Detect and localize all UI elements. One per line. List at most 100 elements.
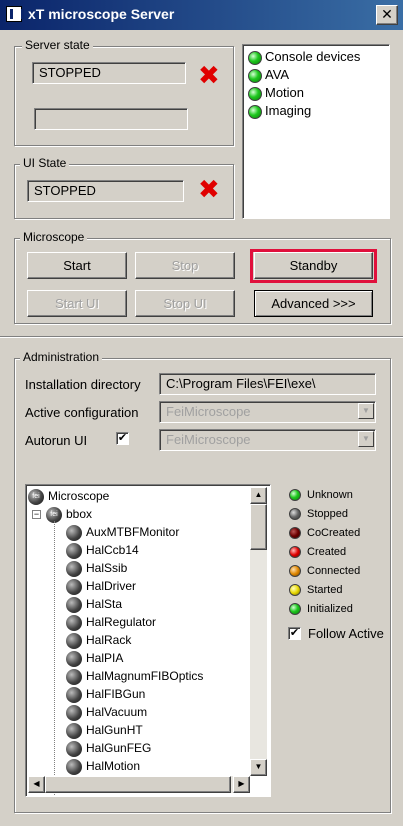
- green-dot-icon: [248, 50, 262, 65]
- node-icon: [66, 542, 82, 559]
- scroll-thumb[interactable]: [250, 504, 267, 550]
- orange-dot-icon: [289, 565, 301, 578]
- tree-item-label: HalSta: [86, 597, 123, 611]
- server-state-legend: Server state: [22, 38, 93, 52]
- tree-item[interactable]: HalRack: [66, 631, 131, 649]
- tree-item-label: HalRegulator: [86, 615, 157, 629]
- tree-bbox[interactable]: fei bbox: [46, 505, 92, 523]
- legend-label: CoCreated: [307, 527, 361, 539]
- tree-item[interactable]: HalVacuum: [66, 703, 147, 721]
- node-icon: [66, 578, 82, 595]
- scroll-down-button[interactable]: ▼: [250, 759, 267, 776]
- status-item-motion: Motion: [248, 85, 304, 101]
- legend-initialized: Initialized: [289, 602, 353, 618]
- separator: [0, 336, 403, 338]
- component-tree[interactable]: fei Microscope − fei bbox AuxMTBFMonitor H…: [25, 484, 271, 797]
- tree-item-label: HalVacuum: [86, 705, 148, 719]
- green-dot-icon: [248, 86, 262, 101]
- status-item-ava: AVA: [248, 67, 289, 83]
- title-bar: xT microscope Server ✕: [0, 0, 403, 30]
- scroll-left-button[interactable]: ◀: [28, 776, 45, 793]
- advanced-button[interactable]: Advanced >>>: [254, 290, 373, 317]
- status-label: Imaging: [265, 103, 312, 118]
- green-dot-icon: [289, 603, 301, 616]
- tree-item[interactable]: HalDriver: [66, 577, 136, 595]
- standby-button[interactable]: Standby: [254, 252, 373, 279]
- chevron-down-icon[interactable]: ▼: [358, 403, 374, 419]
- status-label: Motion: [265, 85, 305, 100]
- status-item-console-devices: Console devices: [248, 49, 360, 65]
- tree-item-label: HalPIA: [86, 651, 124, 665]
- administration-legend: Administration: [20, 350, 103, 364]
- node-icon: [66, 686, 82, 703]
- tree-root-label: Microscope: [48, 489, 110, 503]
- autorun-checkbox[interactable]: ✔: [116, 432, 129, 445]
- tree-item[interactable]: HalGunFEG: [66, 739, 151, 757]
- scroll-up-button[interactable]: ▲: [250, 487, 267, 504]
- close-button[interactable]: ✕: [376, 5, 398, 25]
- tree-item[interactable]: HalSta: [66, 595, 122, 613]
- install-dir-label: Installation directory: [25, 377, 141, 392]
- legend-label: Unknown: [307, 489, 353, 501]
- node-icon: [66, 632, 82, 649]
- autorun-label: Autorun UI: [25, 433, 88, 448]
- server-state-x-icon: ✖: [198, 60, 220, 90]
- legend-label: Connected: [307, 565, 361, 577]
- node-icon: [66, 650, 82, 667]
- tree-item[interactable]: HalCcb14: [66, 541, 139, 559]
- green-dot-icon: [248, 68, 262, 83]
- legend-started: Started: [289, 583, 342, 599]
- tree-guide-line: [54, 521, 55, 796]
- tree-bbox-label: bbox: [66, 507, 93, 521]
- tree-collapse-button[interactable]: −: [32, 510, 41, 519]
- tree-item-label: HalDriver: [86, 579, 137, 593]
- node-icon: [66, 560, 82, 577]
- stop-button[interactable]: Stop: [135, 252, 235, 279]
- install-dir-field[interactable]: C:\Program Files\FEI\exe\: [159, 373, 376, 395]
- gray-dot-icon: [289, 508, 301, 521]
- tree-item[interactable]: HalMotion: [66, 757, 140, 775]
- tree-item-label: HalMagnumFIBOptics: [86, 669, 204, 683]
- app-icon: [6, 6, 24, 22]
- legend-label: Started: [307, 584, 343, 596]
- tree-item[interactable]: HalRegulator: [66, 613, 156, 631]
- node-icon: [66, 704, 82, 721]
- tree-item-label: HalRack: [86, 633, 132, 647]
- tree-item[interactable]: HalGunHT: [66, 721, 143, 739]
- active-config-select[interactable]: FeiMicroscope ▼: [159, 401, 376, 423]
- dark-red-dot-icon: [289, 527, 301, 540]
- legend-label: Stopped: [307, 508, 348, 520]
- scroll-right-button[interactable]: ▶: [233, 776, 250, 793]
- legend-label: Initialized: [307, 603, 353, 615]
- node-icon: [66, 758, 82, 775]
- tree-item-label: HalFIBGun: [86, 687, 146, 701]
- start-button[interactable]: Start: [27, 252, 127, 279]
- start-ui-button[interactable]: Start UI: [27, 290, 127, 317]
- tree-item[interactable]: HalPIA: [66, 649, 123, 667]
- legend-label: Created: [307, 546, 347, 558]
- ui-state-x-icon: ✖: [198, 174, 220, 204]
- status-label: Console devices: [265, 49, 361, 64]
- legend-created: Created: [289, 545, 346, 561]
- tree-root[interactable]: fei Microscope: [28, 487, 109, 505]
- green-dot-icon: [248, 104, 262, 119]
- tree-item[interactable]: HalSsib: [66, 559, 127, 577]
- status-item-imaging: Imaging: [248, 103, 311, 119]
- node-icon: [66, 596, 82, 613]
- legend-connected: Connected: [289, 564, 360, 580]
- scroll-h-thumb[interactable]: [45, 776, 231, 793]
- tree-item[interactable]: HalMagnumFIBOptics: [66, 667, 203, 685]
- stop-ui-button[interactable]: Stop UI: [135, 290, 235, 317]
- node-icon: [66, 740, 82, 757]
- status-label: AVA: [265, 67, 290, 82]
- tree-item[interactable]: HalFIBGun: [66, 685, 145, 703]
- active-config-label: Active configuration: [25, 405, 139, 420]
- follow-active-checkbox[interactable]: ✔: [288, 627, 301, 640]
- ui-state-field: STOPPED: [27, 180, 184, 202]
- autorun-select[interactable]: FeiMicroscope ▼: [159, 429, 376, 451]
- tree-item-label: HalMotion: [86, 759, 141, 773]
- tree-item[interactable]: AuxMTBFMonitor: [66, 523, 179, 541]
- chevron-down-icon[interactable]: ▼: [358, 431, 374, 447]
- node-icon: [66, 614, 82, 631]
- tree-item-label: HalGunHT: [86, 723, 143, 737]
